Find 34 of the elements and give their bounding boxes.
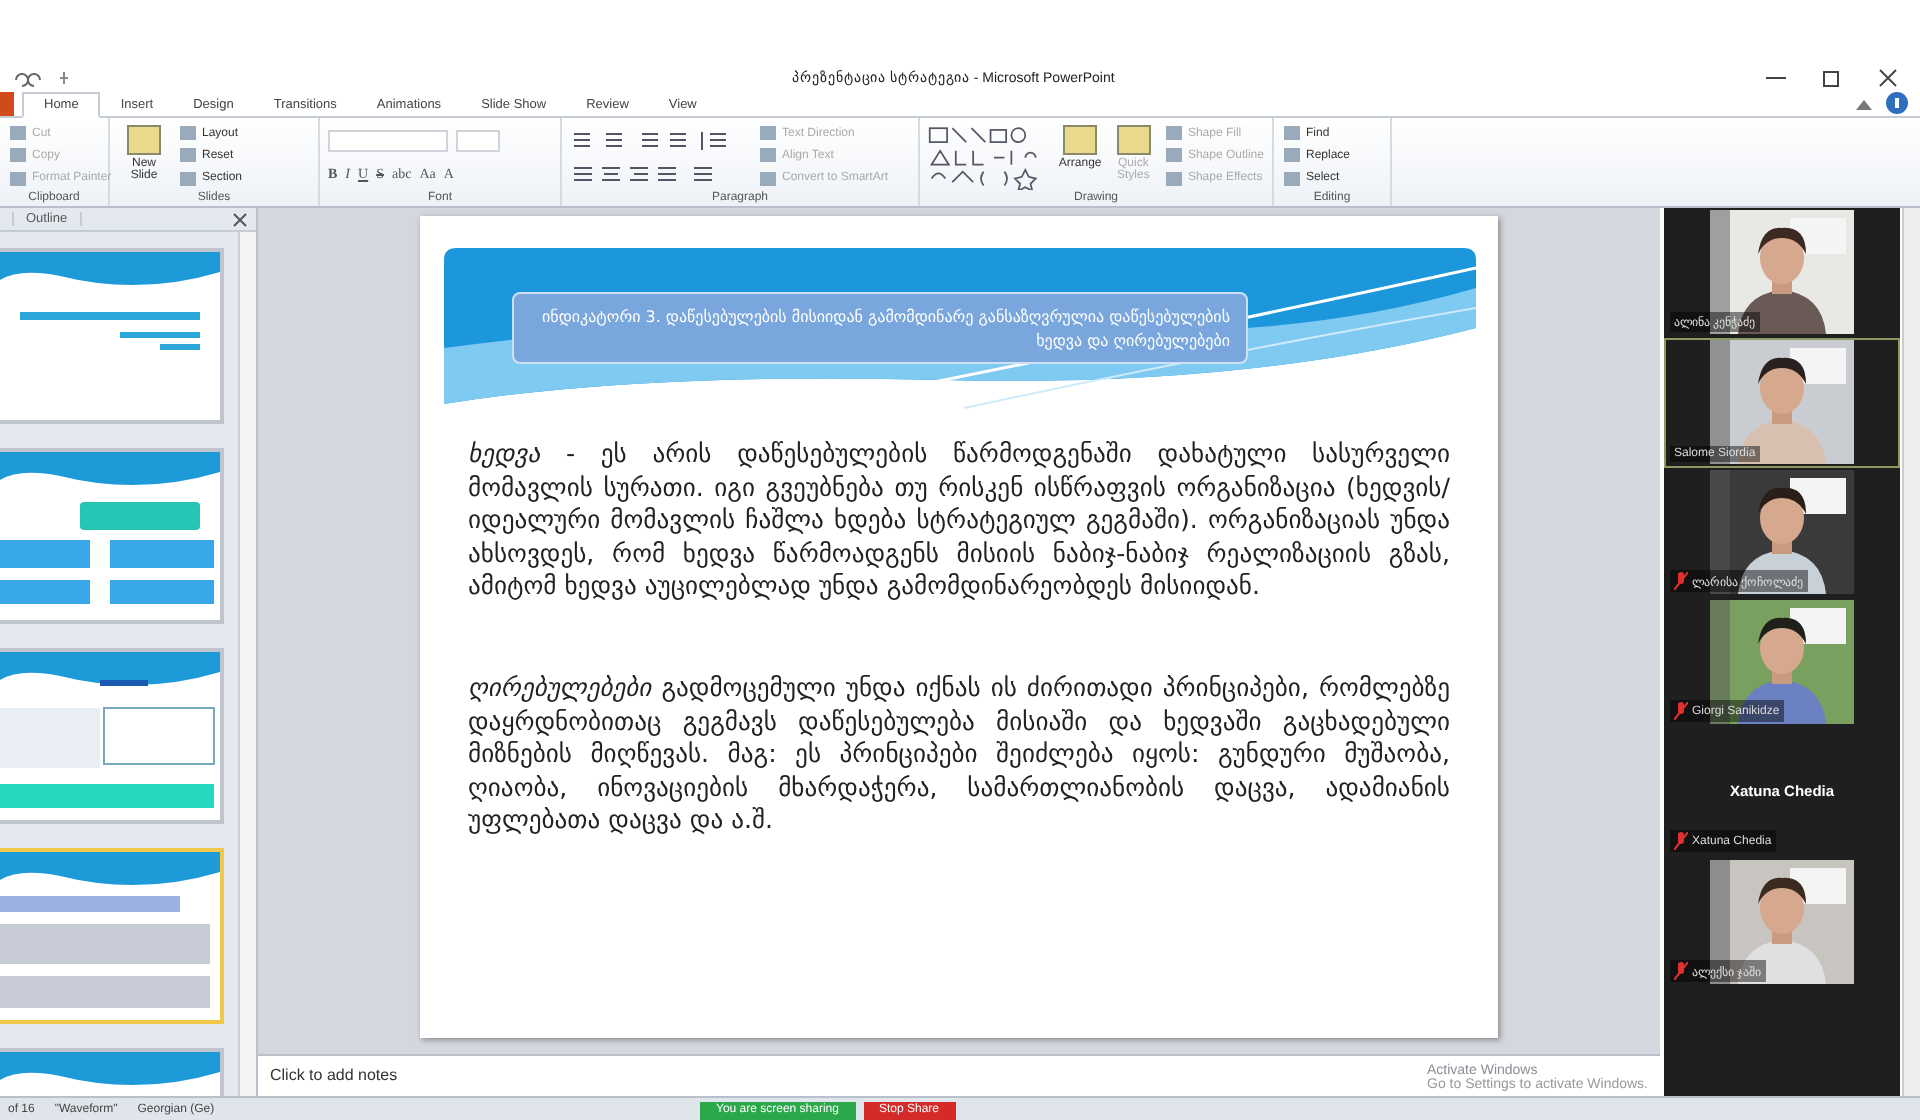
square-icon — [1163, 146, 1184, 165]
slide-thumbnail[interactable] — [0, 848, 224, 1024]
restore-icon — [1820, 67, 1844, 87]
help-icon — [1886, 92, 1908, 114]
square-icon — [1163, 169, 1184, 188]
collapse-icon — [1854, 95, 1874, 111]
square-icon — [178, 124, 198, 143]
scrollbar[interactable] — [1902, 208, 1920, 1096]
square-icon — [8, 146, 28, 165]
square-icon — [8, 169, 28, 188]
font-size-field[interactable] — [456, 129, 500, 152]
square-icon — [124, 122, 164, 158]
square-icon — [1113, 122, 1154, 158]
font-name-field[interactable] — [328, 129, 448, 152]
slide-paragraph: ღირებულებები გადმოცემული უნდა იქნას ის ძირითადი პრინციპები, რომლებზე დაყრდნობითაც გეგმავს დაწესებულება მისიაში და ხედვაში გაცხადებული მიზნების მიღწევას. მაგ: ეს პრინციპები შეიძლება იყოს: გუნდური მუშაობა, ღიაობა, ინოვაციების მხარდაჭერა, სამართლიანობის დაცვა, ადამიანის უფლებათა დაცვა და ა.შ. — [468, 671, 1450, 838]
square-icon — [758, 124, 778, 143]
slide-heading: ინდიკატორი 3. დაწესებულების მისიიდან გამომდინარე განსაზღვრულია დაწესებულების ხედვა და ღირებულებები — [512, 292, 1248, 364]
square-icon — [1282, 169, 1302, 188]
square-icon — [178, 146, 198, 165]
slide-thumbnail[interactable] — [0, 448, 224, 624]
close-icon — [1876, 67, 1900, 87]
square-icon — [1282, 124, 1302, 143]
slide-thumbnail[interactable] — [0, 648, 224, 824]
slide-thumbnail[interactable] — [0, 248, 224, 424]
square-icon — [178, 169, 198, 188]
square-icon — [1060, 122, 1101, 158]
square-icon — [758, 169, 778, 188]
square-icon — [1282, 146, 1302, 165]
square-icon — [758, 146, 778, 165]
slide-paragraph: ხედვა - ეს არის დაწესებულების წარმოდგენაში დახატული სასურველი მომავლის სურათი. იგი გვეუბნება თუ რისკენ ისწრაფვის ორგანიზაცია (ხედვის/იდეალური მომავლის ჩაშლა ხდება სტრატეგიულ გეგმაში). ორგანიზაციას უნდა ახსოვდეს, რომ ხედვა წარმოადგენს მისიის ნაბიჯ-ნაბიჯ რეალიზაციის გზას, ამიტომ ხედვა აუცილებლად უნდა გამომდინარეობდეს მისიიდან. — [468, 438, 1450, 604]
square-icon — [1163, 124, 1184, 143]
scrollbar[interactable] — [238, 232, 256, 1096]
square-icon — [8, 124, 28, 143]
close-icon — [232, 211, 248, 227]
